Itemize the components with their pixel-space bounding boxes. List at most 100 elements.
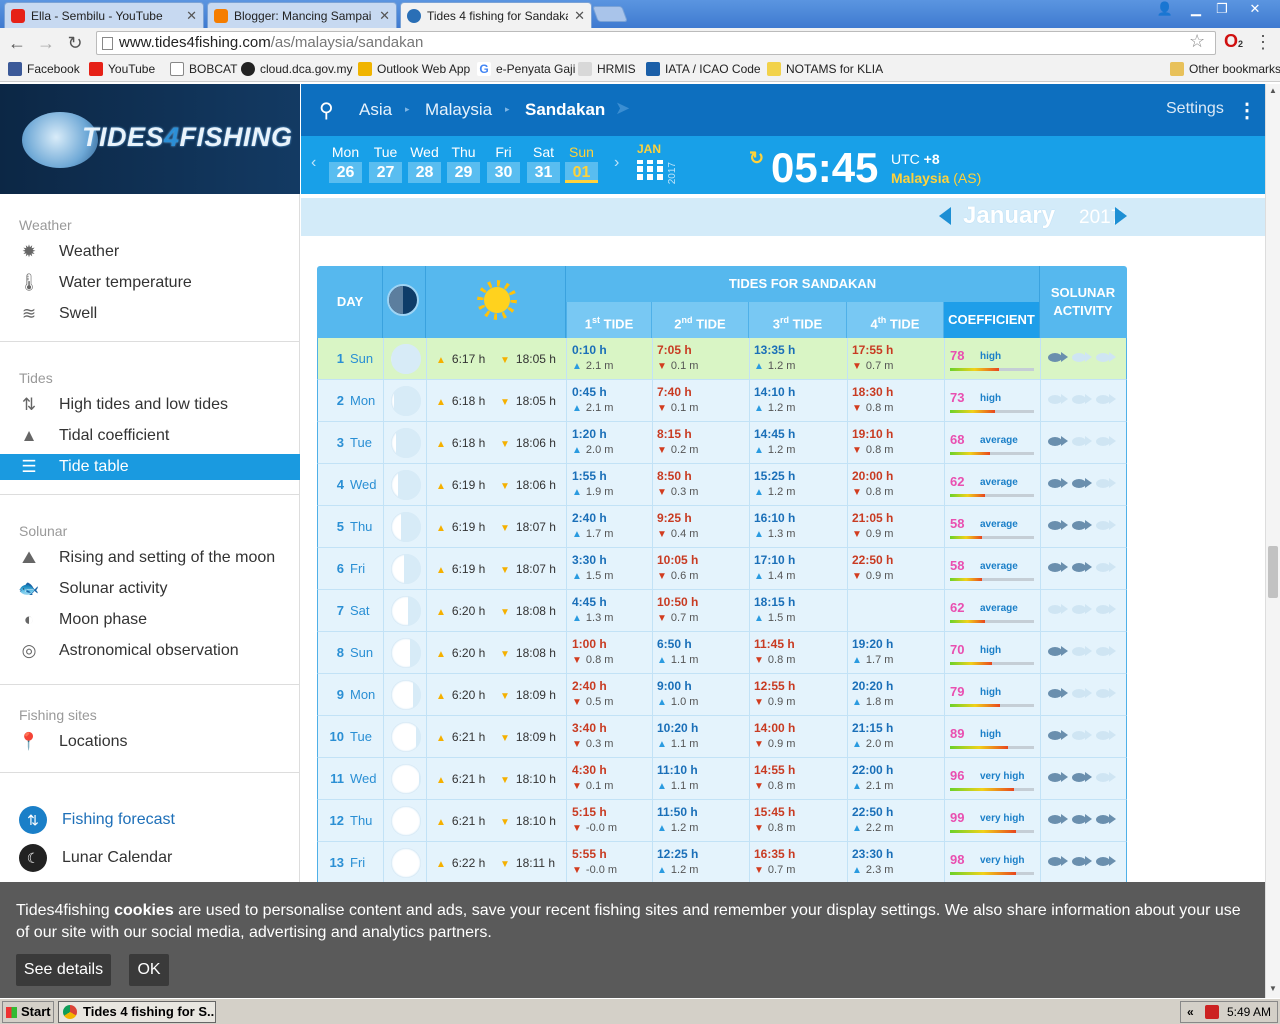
fish-icon <box>1048 645 1068 657</box>
bookmark-other[interactable]: Other bookmarks <box>1170 62 1280 76</box>
breadcrumb-malaysia[interactable]: Malaysia <box>425 100 492 120</box>
user-icon[interactable]: 👤 <box>1152 0 1178 18</box>
bookmark-youtube[interactable]: YouTube <box>89 62 155 76</box>
fish-icon <box>1096 477 1116 489</box>
sunset-time: ▼ 18:09 h <box>500 730 556 744</box>
previous-days-icon[interactable]: ‹ <box>311 154 316 172</box>
sidebar-item-moon-phase[interactable]: ◐ Moon phase <box>0 607 300 633</box>
sunrise-time: ▲ 6:22 h <box>436 856 486 870</box>
bookmark-facebook[interactable]: Facebook <box>8 62 80 76</box>
forward-icon[interactable]: → <box>35 32 57 54</box>
see-details-button[interactable]: See details <box>16 954 111 986</box>
coefficient-value: 98 <box>950 852 965 867</box>
bookmark-bobcat[interactable]: BOBCAT <box>170 62 237 76</box>
sunrise-arrow-icon: ▲ <box>436 397 446 408</box>
back-icon[interactable]: ← <box>6 32 28 54</box>
day-tue[interactable]: Tue 27 <box>369 144 402 183</box>
breadcrumb-asia[interactable]: Asia <box>359 100 392 120</box>
day-sat[interactable]: Sat 31 <box>527 144 560 183</box>
more-options-icon[interactable]: ⋮ <box>1237 98 1257 123</box>
cloud-icon <box>241 62 255 76</box>
tab-title: Ella - Sembilu - YouTube <box>31 8 163 23</box>
address-bar[interactable]: www.tides4fishing.com/as/malaysia/sandak… <box>96 31 1216 55</box>
low-tide-arrow-icon: ▼ <box>657 529 667 540</box>
tab-tides4fishing[interactable]: Tides 4 fishing for Sandakan ✕ <box>400 2 592 28</box>
cookie-ok-button[interactable]: OK <box>129 954 169 986</box>
sunset-time: ▼ 18:06 h <box>500 478 556 492</box>
coefficient-value: 89 <box>950 726 965 741</box>
bookmark-outlook[interactable]: Outlook Web App <box>358 62 470 76</box>
sunrise-arrow-icon: ▲ <box>436 775 446 786</box>
low-tide-arrow-icon: ▼ <box>754 865 764 876</box>
day-mon[interactable]: Mon 26 <box>329 144 362 183</box>
next-month-icon[interactable] <box>1115 207 1127 225</box>
scroll-up-icon[interactable]: ▲ <box>1269 86 1277 95</box>
close-icon[interactable]: ✕ <box>574 8 585 24</box>
tray-expand-icon[interactable]: « <box>1187 1002 1194 1022</box>
moon-phase-icon <box>391 680 421 710</box>
bookmark-notams[interactable]: NOTAMS for KLIA <box>767 62 883 76</box>
day-thu[interactable]: Thu 29 <box>447 144 480 183</box>
tide-entry: 4:30 h ▼ 0.1 m <box>572 763 614 792</box>
chrome-menu-icon[interactable]: ⋮ <box>1254 32 1272 53</box>
sidebar-item-astronomical-observation[interactable]: ◎ Astronomical observation <box>0 638 300 664</box>
header-tide-2: 2nd TIDE <box>651 302 748 338</box>
header-tide-4: 4th TIDE <box>846 302 943 338</box>
close-icon[interactable]: ✕ <box>379 8 390 24</box>
scroll-down-icon[interactable]: ▼ <box>1269 984 1277 993</box>
sunrise-time: ▲ 6:18 h <box>436 394 486 408</box>
scrollbar-thumb[interactable] <box>1268 546 1278 598</box>
blogger-icon <box>214 8 228 23</box>
tab-youtube[interactable]: Ella - Sembilu - YouTube ✕ <box>4 2 204 28</box>
moon-phase-icon <box>391 428 421 458</box>
settings-link[interactable]: Settings <box>1166 100 1224 118</box>
sidebar-item-swell[interactable]: ≋ Swell <box>0 301 300 327</box>
day-fri[interactable]: Fri 30 <box>487 144 520 183</box>
tab-blogger[interactable]: Blogger: Mancing Sampai Pe ✕ <box>207 2 397 28</box>
reload-icon[interactable]: ↻ <box>64 32 86 54</box>
sidebar-item-water-temperature[interactable]: 🌡 Water temperature <box>0 270 300 296</box>
sunset-time: ▼ 18:05 h <box>500 394 556 408</box>
tide-entry: 22:00 h ▲ 2.1 m <box>852 763 894 792</box>
bookmark-cloud-dca[interactable]: cloud.dca.gov.my <box>241 62 353 76</box>
start-button[interactable]: Start <box>2 1001 54 1023</box>
minimize-icon[interactable]: ▁ <box>1184 0 1208 18</box>
sidebar-item-solunar-activity[interactable]: 🐟 Solunar activity <box>0 576 300 602</box>
bookmark-hrmis[interactable]: HRMIS <box>578 62 636 76</box>
refresh-icon[interactable]: ↻ <box>749 148 764 169</box>
next-days-icon[interactable]: › <box>614 154 619 172</box>
window-close-icon[interactable]: ✕ <box>1238 0 1272 18</box>
day-wed[interactable]: Wed 28 <box>408 144 441 183</box>
previous-month-icon[interactable] <box>939 207 951 225</box>
tide-table-header: DAY TIDES FOR SANDAKAN 1st TIDE 2nd TIDE… <box>317 266 1127 338</box>
sidebar-item-moonrise-moonset[interactable]: ⛰ Rising and setting of the moon <box>0 545 300 571</box>
restore-icon[interactable]: ❐ <box>1210 0 1234 18</box>
sunrise-arrow-icon: ▲ <box>436 733 446 744</box>
lunar-calendar-link[interactable]: ☾ Lunar Calendar <box>0 841 300 875</box>
sidebar-item-tide-table[interactable]: ☰ Tide table <box>0 454 300 480</box>
new-tab-button[interactable] <box>592 6 628 22</box>
day-sun-current[interactable]: Sun 01 <box>565 144 598 183</box>
tides4fishing-logo[interactable]: TIDES4FISHING <box>18 108 292 172</box>
table-row: 2 Mon ▲ 6:18 h ▼ 18:05 h 0:45 h ▲ 2.1 m 7:40 h ▼ 0.… <box>317 380 1127 422</box>
page-scrollbar[interactable]: ▲ ▼ <box>1265 84 1280 998</box>
opera-extension-icon[interactable]: O2 <box>1224 31 1244 53</box>
bookmark-e-penyata[interactable]: Ge-Penyata Gaji <box>477 62 575 76</box>
sidebar-item-tidal-coefficient[interactable]: ▲ Tidal coefficient <box>0 423 300 449</box>
sidebar-item-locations[interactable]: 📍 Locations <box>0 729 300 755</box>
bookmark-iata[interactable]: IATA / ICAO Code <box>646 62 761 76</box>
sidebar-item-weather[interactable]: ✹ Weather <box>0 239 300 265</box>
sidebar-item-high-low-tides[interactable]: ⇅ High tides and low tides <box>0 392 300 418</box>
close-icon[interactable]: ✕ <box>186 8 197 24</box>
calendar-button[interactable]: JAN 2017 <box>637 142 678 186</box>
fishing-forecast-link[interactable]: ⇅ Fishing forecast <box>0 803 300 837</box>
taskbar-item-chrome[interactable]: Tides 4 fishing for S... <box>58 1001 216 1023</box>
bookmark-star-icon[interactable]: ☆ <box>1189 31 1205 52</box>
sunrise-arrow-icon: ▲ <box>436 439 446 450</box>
antivirus-tray-icon[interactable] <box>1205 1005 1219 1019</box>
sunset-arrow-icon: ▼ <box>500 607 510 618</box>
sunset-time: ▼ 18:10 h <box>500 814 556 828</box>
search-icon[interactable]: ⚲ <box>319 98 334 123</box>
fish-icon <box>1096 603 1116 615</box>
row-day: 2 Mon <box>336 393 376 408</box>
